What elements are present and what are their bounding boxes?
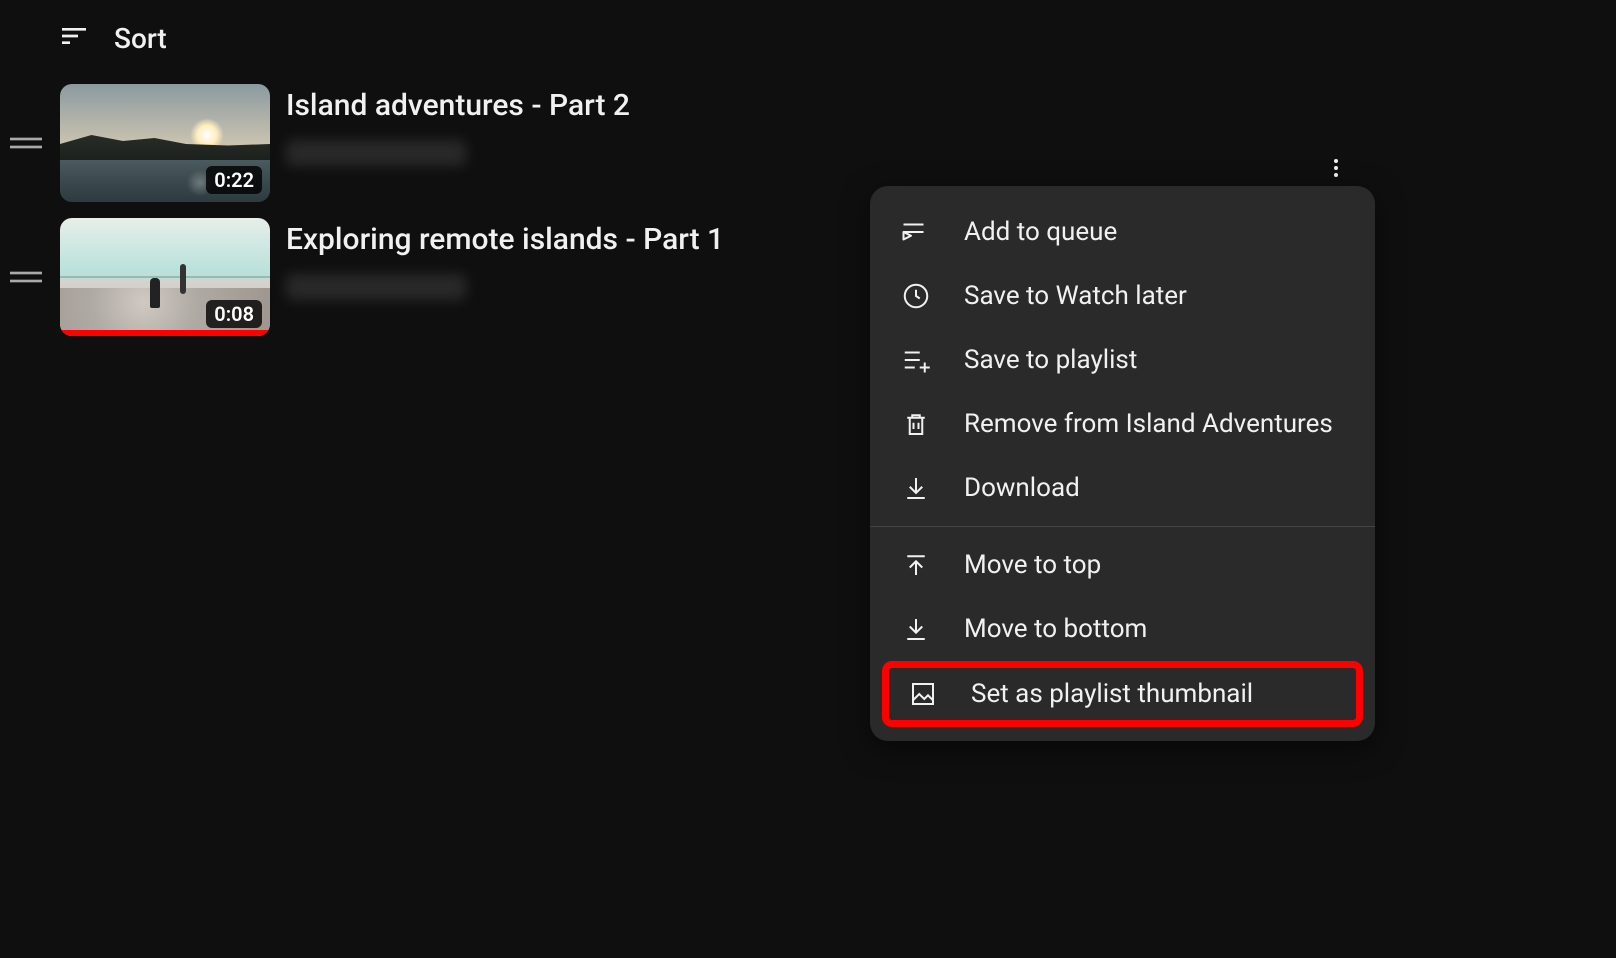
menu-item-label: Remove from Island Adventures bbox=[964, 409, 1333, 439]
menu-item-label: Save to Watch later bbox=[964, 281, 1187, 311]
playlist-add-icon bbox=[900, 344, 932, 376]
menu-item-download[interactable]: Download bbox=[870, 456, 1375, 520]
menu-separator bbox=[870, 526, 1375, 527]
video-row[interactable]: 0:22 Island adventures - Part 2 bbox=[8, 76, 1616, 210]
context-menu: Add to queue Save to Watch later Save to… bbox=[870, 186, 1375, 741]
menu-item-label: Add to queue bbox=[964, 217, 1117, 247]
watch-progress bbox=[60, 330, 270, 336]
queue-play-icon bbox=[900, 216, 932, 248]
sort-label[interactable]: Sort bbox=[114, 22, 167, 55]
video-thumbnail[interactable]: 0:22 bbox=[60, 84, 270, 202]
menu-item-remove[interactable]: Remove from Island Adventures bbox=[870, 392, 1375, 456]
trash-icon bbox=[900, 408, 932, 440]
duration-badge: 0:08 bbox=[206, 300, 262, 328]
menu-item-set-thumbnail[interactable]: Set as playlist thumbnail bbox=[907, 678, 1338, 710]
menu-item-label: Move to top bbox=[964, 550, 1101, 580]
duration-badge: 0:22 bbox=[206, 166, 262, 194]
highlight-annotation: Set as playlist thumbnail bbox=[882, 661, 1363, 727]
menu-item-move-bottom[interactable]: Move to bottom bbox=[870, 597, 1375, 661]
menu-item-watch-later[interactable]: Save to Watch later bbox=[870, 264, 1375, 328]
menu-item-label: Move to bottom bbox=[964, 614, 1147, 644]
menu-item-label: Download bbox=[964, 473, 1080, 503]
channel-name bbox=[286, 140, 466, 166]
menu-item-label: Save to playlist bbox=[964, 345, 1137, 375]
sort-icon[interactable] bbox=[58, 20, 90, 56]
download-icon bbox=[900, 472, 932, 504]
menu-item-move-top[interactable]: Move to top bbox=[870, 533, 1375, 597]
clock-icon bbox=[900, 280, 932, 312]
arrow-top-icon bbox=[900, 549, 932, 581]
video-thumbnail[interactable]: 0:08 bbox=[60, 218, 270, 336]
drag-handle-icon[interactable] bbox=[8, 135, 44, 151]
drag-handle-icon[interactable] bbox=[8, 269, 44, 285]
image-icon bbox=[907, 678, 939, 710]
channel-name bbox=[286, 274, 466, 300]
menu-item-save-playlist[interactable]: Save to playlist bbox=[870, 328, 1375, 392]
arrow-bottom-icon bbox=[900, 613, 932, 645]
more-options-button[interactable] bbox=[1316, 148, 1356, 188]
menu-item-label: Set as playlist thumbnail bbox=[971, 679, 1253, 709]
menu-item-add-to-queue[interactable]: Add to queue bbox=[870, 200, 1375, 264]
video-title[interactable]: Island adventures - Part 2 bbox=[286, 88, 1616, 124]
